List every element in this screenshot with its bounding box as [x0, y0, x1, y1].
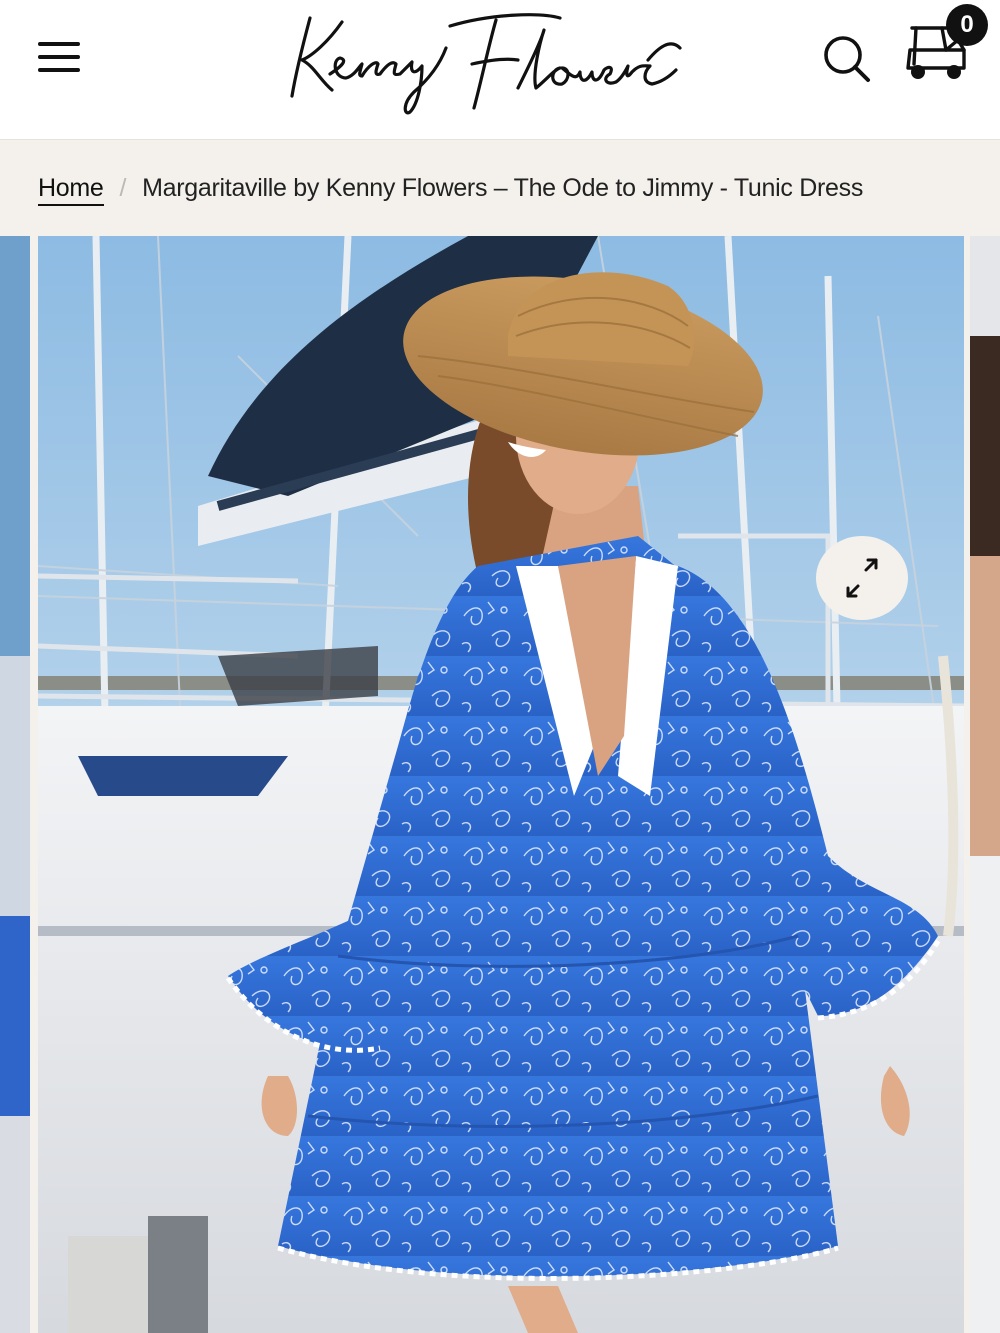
breadcrumb-separator: /	[119, 174, 127, 202]
previous-image-peek[interactable]	[0, 236, 30, 1333]
hamburger-menu-icon[interactable]	[34, 34, 84, 80]
kenny-flowers-logo[interactable]	[250, 8, 750, 128]
site-header: 0	[0, 0, 1000, 140]
next-image-peek[interactable]	[970, 236, 1000, 1333]
product-photo[interactable]	[38, 236, 964, 1333]
logo-script-graphic	[290, 13, 682, 115]
cart-count-badge: 0	[946, 4, 988, 46]
expand-arrows-icon[interactable]	[816, 536, 908, 620]
breadcrumb-home-link[interactable]: Home	[38, 174, 104, 206]
breadcrumb-current-page: Margaritaville by Kenny Flowers – The Od…	[142, 174, 864, 202]
breadcrumb: Home / Margaritaville by Kenny Flowers – T…	[38, 174, 864, 206]
search-icon[interactable]	[818, 30, 874, 86]
product-gallery[interactable]	[0, 236, 1000, 1333]
